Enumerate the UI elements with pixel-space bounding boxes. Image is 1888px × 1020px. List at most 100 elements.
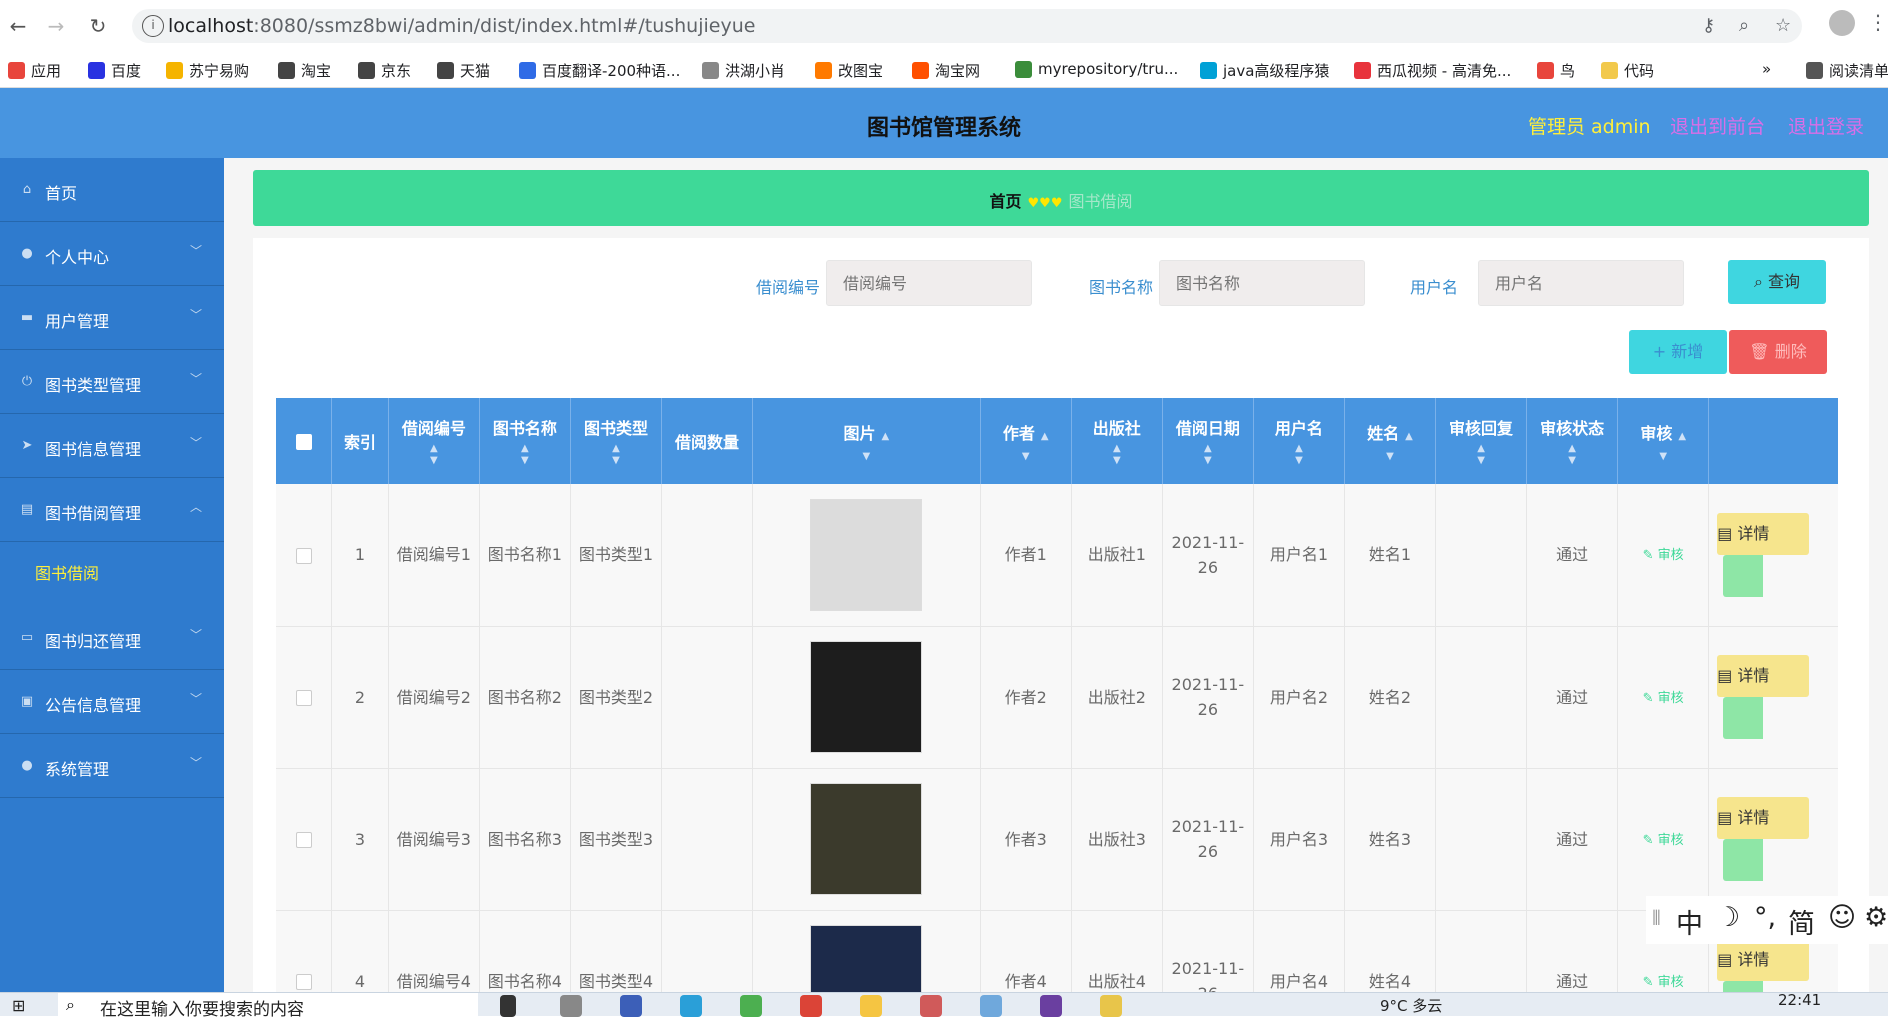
ime-handle[interactable]: ⦀ [1652,906,1661,930]
bookmark-item[interactable]: 西瓜视频 - 高清免... [1354,60,1511,81]
bookmark-item[interactable]: 阅读清单 [1806,60,1888,81]
sidebar-item[interactable]: ▭ 图书归还管理 ﹀ [0,606,224,670]
zoom-icon[interactable]: ⌕ [1739,15,1749,36]
sidebar-item[interactable]: ▬ 用户管理 ﹀ [0,286,224,350]
username-input[interactable] [1478,260,1684,306]
emoji-icon[interactable]: ☺ [1828,902,1856,933]
chrome-icon[interactable] [740,995,762,1017]
row-checkbox[interactable] [295,832,312,848]
punctuation-toggle[interactable]: °, [1754,902,1776,933]
exit-front-link[interactable]: 退出到前台 [1670,112,1765,139]
gear-icon[interactable]: ⚙ [1864,902,1888,933]
sort-icon[interactable]: ▲ ▼ [1258,443,1340,467]
intellij-icon[interactable] [1040,995,1062,1017]
select-all-checkbox[interactable] [295,434,312,450]
breadcrumb-home[interactable]: 首页 [990,192,1022,211]
sidebar-item[interactable]: ▤ 图书借阅管理 ︿ [0,478,224,542]
sidebar-item[interactable]: ➤ 图书信息管理 ﹀ [0,414,224,478]
key-icon[interactable]: ⚷ [1702,15,1715,36]
row-checkbox[interactable] [295,974,312,990]
query-button[interactable]: ⌕ 查询 [1728,260,1826,304]
sidebar-item[interactable]: ▣ 公告信息管理 ﹀ [0,670,224,734]
bookmark-item[interactable]: 京东 [358,60,411,81]
column-header[interactable]: 借阅编号 ▲ ▼ [388,398,480,484]
column-header[interactable]: 审核 ▲ ▼ [1617,398,1710,484]
sidebar-item[interactable]: ● 个人中心 ﹀ [0,222,224,286]
back-icon[interactable]: ← [4,12,32,40]
taskbar-search[interactable]: 在这里输入你要搜索的内容 [58,993,478,1020]
row-checkbox[interactable] [295,547,312,564]
sidebar-item[interactable]: ● 系统管理 ﹀ [0,734,224,798]
task-view-icon[interactable] [500,995,516,1017]
simplified-toggle[interactable]: 简 [1788,902,1815,941]
app-icon[interactable] [560,995,582,1017]
windows-start-icon[interactable]: ⊞ [12,996,32,1015]
column-header[interactable]: 图书类型 ▲ ▼ [570,398,662,484]
chrome-icon[interactable] [800,995,822,1017]
delete-button[interactable]: 🗑 删除 [1729,330,1827,374]
column-header[interactable]: 出版社 ▲ ▼ [1071,398,1163,484]
column-header[interactable]: 借阅日期 ▲ ▼ [1162,398,1254,484]
bookmark-item[interactable]: 淘宝网 [912,60,980,81]
sort-icon[interactable]: ▲ ▼ [1440,443,1522,467]
column-header[interactable]: 作者 ▲ ▼ [980,398,1072,484]
bookmark-item[interactable]: 百度 [88,60,141,81]
edit-button[interactable] [1723,839,1764,881]
reload-icon[interactable]: ↻ [84,12,112,40]
detail-button[interactable]: ▤ 详情 [1717,512,1810,555]
audit-link[interactable]: ✎ 审核 [1643,975,1684,990]
logout-link[interactable]: 退出登录 [1788,112,1864,139]
moon-icon[interactable]: ☽ [1716,902,1740,933]
column-header[interactable]: 审核状态 ▲ ▼ [1526,398,1619,484]
info-icon[interactable]: i [142,15,164,37]
bookmark-item[interactable]: java高级程序猿 [1200,60,1329,81]
ime-chinese-toggle[interactable]: 中 [1676,902,1703,941]
menu-icon[interactable]: ⋮ [1868,10,1888,34]
detail-button[interactable]: ▤ 详情 [1717,655,1810,697]
sidebar-item[interactable]: ⏻ 图书类型管理 ﹀ [0,350,224,414]
sort-icon[interactable]: ▲ ▼ [1076,443,1158,467]
app-icon[interactable] [620,995,642,1017]
bookmark-item[interactable]: 洪湖小肖 [702,60,785,81]
sidebar-subitem[interactable]: 图书借阅 [0,542,224,596]
audit-link[interactable]: ✎ 审核 [1643,691,1684,706]
bookmark-item[interactable]: 天猫 [437,60,490,81]
edit-button[interactable] [1723,554,1764,597]
add-button[interactable]: + 新增 [1629,330,1727,374]
book-name-input[interactable] [1159,260,1365,306]
bookmark-item[interactable]: 鸟 [1537,60,1575,81]
sort-icon[interactable]: ▲ ▼ [393,443,475,467]
bookmark-item[interactable]: 改图宝 [815,60,883,81]
sort-icon[interactable]: ▲ ▼ [575,443,657,467]
bookmark-item[interactable]: 应用 [8,60,61,81]
browser-icon[interactable] [680,995,702,1017]
app-icon[interactable] [980,995,1002,1017]
column-header[interactable]: 姓名 ▲ ▼ [1344,398,1437,484]
column-header[interactable]: 图片 ▲ ▼ [752,398,981,484]
bookmark-item[interactable]: 代码 [1601,60,1654,81]
row-checkbox[interactable] [295,690,312,706]
sort-icon[interactable]: ▲ ▼ [1167,443,1249,467]
bookmark-item[interactable]: 淘宝 [278,60,331,81]
folder-icon[interactable] [860,995,882,1017]
bookmark-item[interactable]: » [1762,60,1771,78]
edit-button[interactable] [1723,697,1764,739]
app-icon[interactable] [920,995,942,1017]
detail-button[interactable]: ▤ 详情 [1717,797,1810,839]
star-icon[interactable]: ☆ [1775,15,1791,36]
bookmark-item[interactable]: 苏宁易购 [166,60,249,81]
sort-icon[interactable]: ▲ ▼ [484,443,566,467]
audit-link[interactable]: ✎ 审核 [1643,833,1684,848]
sidebar-item[interactable]: ⌂ 首页 [0,158,224,222]
app-icon[interactable] [1100,995,1122,1017]
audit-link[interactable]: ✎ 审核 [1643,548,1684,563]
bookmark-item[interactable]: myrepository/tru... [1015,60,1178,78]
bookmark-item[interactable]: 百度翻译-200种语... [519,60,680,81]
address-bar[interactable]: i localhost:8080/ssmz8bwi/admin/dist/ind… [132,9,1802,43]
column-header[interactable]: 审核回复 ▲ ▼ [1435,398,1528,484]
sort-icon[interactable]: ▲ ▼ [1531,443,1613,467]
column-header[interactable]: 用户名 ▲ ▼ [1253,398,1345,484]
select-all-header[interactable] [276,398,333,484]
detail-button[interactable]: ▤ 详情 [1717,939,1810,981]
profile-avatar-icon[interactable] [1829,10,1855,36]
